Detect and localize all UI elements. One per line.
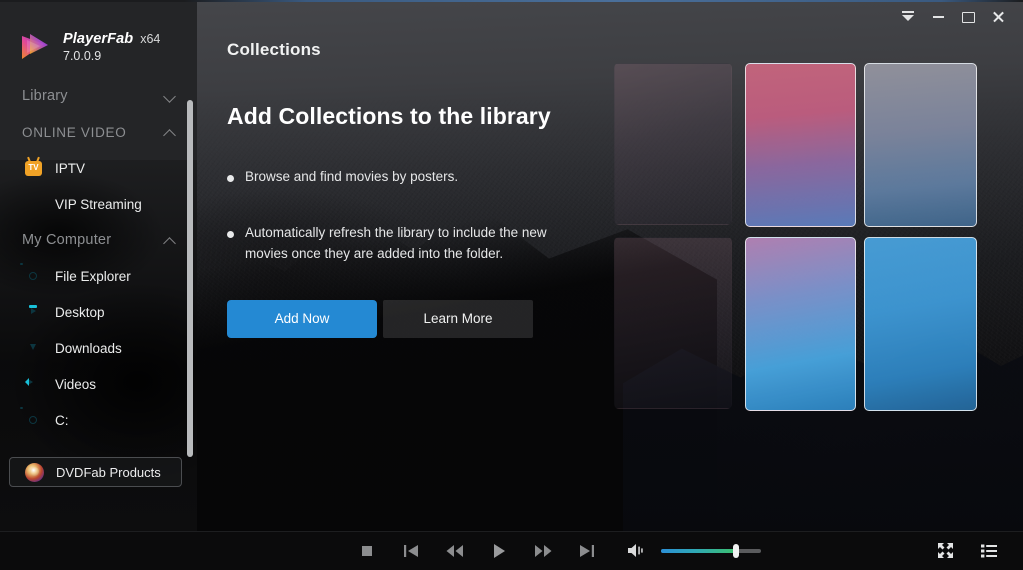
dvdfab-logo-icon xyxy=(25,462,44,482)
sidebar-group-label: ONLINE VIDEO xyxy=(22,124,127,140)
sidebar-item-c[interactable]: C: xyxy=(0,402,197,438)
hero-title: Add Collections to the library xyxy=(227,103,551,129)
fullscreen-icon[interactable] xyxy=(923,531,967,570)
brand-architecture: x64 xyxy=(140,31,161,46)
drive-icon xyxy=(20,406,42,429)
sidebar-item-label: Videos xyxy=(55,376,97,392)
sidebar-item-label: Desktop xyxy=(55,304,105,320)
sidebar-item-label: VIP Streaming xyxy=(55,196,142,212)
sidebar-group-online-video[interactable]: ONLINE VIDEO xyxy=(0,114,197,150)
sidebar-group-library[interactable]: Library xyxy=(0,78,197,114)
download-icon xyxy=(25,340,42,357)
fast-forward-button[interactable] xyxy=(521,531,565,570)
bullet-text: Browse and find movies by posters. xyxy=(245,169,459,184)
maximize-icon[interactable] xyxy=(953,0,983,34)
volume-slider-fill xyxy=(661,548,736,553)
learn-more-button[interactable]: Learn More xyxy=(383,299,533,338)
vip-diamond-icon xyxy=(25,196,42,213)
sidebar-scrollbar-thumb[interactable] xyxy=(187,100,193,457)
playerfab-logo-icon xyxy=(18,30,52,64)
window-top-accent-line xyxy=(0,0,1023,2)
volume-slider-track[interactable] xyxy=(661,543,761,558)
brand-version: 7.0.0.9 xyxy=(63,48,102,63)
folder-icon xyxy=(20,262,42,285)
dvdfab-products-button[interactable]: DVDFab Products xyxy=(9,457,182,487)
sidebar-item-label: File Explorer xyxy=(55,268,131,284)
poster-3 xyxy=(864,63,977,227)
close-icon[interactable] xyxy=(983,0,1013,34)
video-camera-icon xyxy=(25,376,42,393)
rewind-button[interactable] xyxy=(433,531,477,570)
sidebar-group-my-computer[interactable]: My Computer xyxy=(0,222,197,258)
brand-name: PlayerFab xyxy=(63,30,134,47)
list-item: Automatically refresh the library to inc… xyxy=(227,223,787,265)
desktop-icon xyxy=(25,304,42,321)
sidebar-item-label: C: xyxy=(55,412,69,428)
window-controls xyxy=(893,0,1023,34)
sidebar-group-label: My Computer xyxy=(22,232,112,248)
volume-slider-thumb[interactable] xyxy=(733,543,739,558)
sidebar-item-label: IPTV xyxy=(55,160,86,176)
sidebar-navigation: Library ONLINE VIDEO TV IPTV VIP Streaming My… xyxy=(0,78,197,438)
collections-promo-content: Collections Add Collections to the libra… xyxy=(227,0,787,338)
volume-icon[interactable] xyxy=(623,531,649,570)
sidebar-group-label: Library xyxy=(22,88,68,104)
playerfab-window: Collections Add Collections to the libra… xyxy=(0,0,1023,570)
action-buttons: Add Now Learn More xyxy=(227,299,787,338)
tv-icon: TV xyxy=(25,160,42,177)
playback-controls xyxy=(345,531,761,570)
bullet-dot-icon xyxy=(227,230,234,238)
sidebar: PlayerFab x64 7.0.0.9 Library ONLINE VIDE… xyxy=(0,0,197,531)
sidebar-item-iptv[interactable]: TV IPTV xyxy=(0,150,197,186)
sidebar-item-desktop[interactable]: Desktop xyxy=(0,294,197,330)
next-button[interactable] xyxy=(565,531,609,570)
tv-icon: TV xyxy=(25,160,42,176)
player-control-bar xyxy=(0,531,1023,570)
poster-6 xyxy=(864,237,977,411)
dvdfab-products-label: DVDFab Products xyxy=(56,464,161,480)
add-now-button[interactable]: Add Now xyxy=(227,299,377,338)
sidebar-item-file-explorer[interactable]: File Explorer xyxy=(0,258,197,294)
sidebar-item-downloads[interactable]: Downloads xyxy=(0,330,197,366)
bullet-text: Automatically refresh the library to inc… xyxy=(245,224,547,261)
volume-control xyxy=(623,531,761,570)
list-item: Browse and find movies by posters. xyxy=(227,167,787,188)
player-right-controls xyxy=(923,531,1011,570)
page-title: Collections xyxy=(227,40,321,59)
chevron-up-icon[interactable] xyxy=(164,236,177,245)
menu-icon[interactable] xyxy=(893,0,923,34)
chevron-up-icon[interactable] xyxy=(164,128,177,137)
previous-button[interactable] xyxy=(389,531,433,570)
minimize-icon[interactable] xyxy=(923,0,953,34)
sidebar-item-label: Downloads xyxy=(55,340,122,356)
feature-bullet-list: Browse and find movies by posters. Autom… xyxy=(227,167,787,265)
playlist-icon[interactable] xyxy=(967,531,1011,570)
stop-button[interactable] xyxy=(345,531,389,570)
bullet-dot-icon xyxy=(227,175,234,182)
app-brand: PlayerFab x64 7.0.0.9 xyxy=(0,0,197,72)
chevron-down-icon[interactable] xyxy=(164,92,177,101)
sidebar-item-videos[interactable]: Videos xyxy=(0,366,197,402)
brand-text: PlayerFab x64 7.0.0.9 xyxy=(63,31,160,64)
play-button[interactable] xyxy=(477,531,521,570)
sidebar-item-vip-streaming[interactable]: VIP Streaming xyxy=(0,186,197,222)
main-content-panel: Collections Add Collections to the libra… xyxy=(197,0,1023,531)
